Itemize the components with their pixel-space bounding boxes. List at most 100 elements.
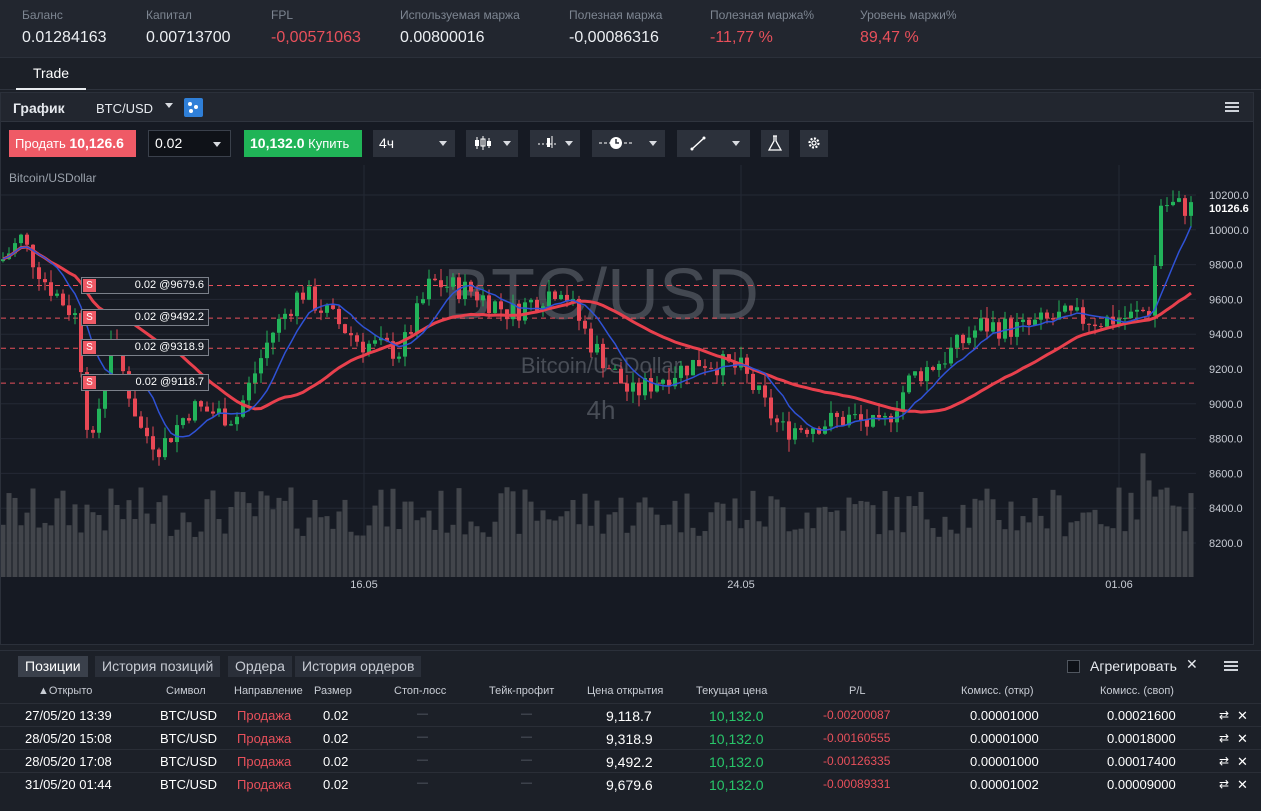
- order-label[interactable]: S 0.02 @9492.2: [81, 309, 209, 327]
- col-pl[interactable]: P/L: [849, 685, 866, 697]
- volume-bar: [384, 526, 390, 577]
- col-symbol[interactable]: Символ: [166, 685, 206, 697]
- candle-body: [409, 332, 413, 334]
- compare-icon[interactable]: [184, 98, 203, 117]
- indicators-select[interactable]: [530, 130, 580, 157]
- col-open-price[interactable]: Цена открытия: [587, 685, 663, 697]
- position-row[interactable]: 27/05/20 13:39 BTC/USD Продажа 0.02 — — 9,118.…: [0, 703, 1261, 725]
- position-row[interactable]: 31/05/20 01:44 BTC/USD Продажа 0.02 — — 9,679.…: [0, 772, 1261, 794]
- sell-button[interactable]: Продать 10,126.6: [9, 130, 136, 157]
- col-opened[interactable]: ▲Открыто: [38, 685, 92, 697]
- volume-bar: [954, 533, 960, 577]
- close-position-icon[interactable]: ✕: [1237, 731, 1248, 747]
- volume-bar: [204, 499, 210, 577]
- candle-body: [1015, 322, 1019, 337]
- cell-size: 0.02: [323, 731, 349, 746]
- positions-menu-icon[interactable]: [1224, 661, 1238, 671]
- order-label[interactable]: S 0.02 @9318.9: [81, 339, 209, 357]
- buy-button[interactable]: 10,132.0 Купить: [244, 130, 362, 157]
- y-tick-label: 8400.0: [1209, 503, 1243, 515]
- volume-bar: [522, 489, 528, 577]
- close-position-icon[interactable]: ✕: [1237, 777, 1248, 793]
- col-comm-open[interactable]: Комисс. (откр): [961, 685, 1034, 697]
- close-icon[interactable]: ✕: [1186, 656, 1198, 673]
- position-row[interactable]: 28/05/20 17:08 BTC/USD Продажа 0.02 — — 9,492.…: [0, 749, 1261, 771]
- volume-bar: [528, 501, 534, 577]
- col-take-profit[interactable]: Тейк-профит: [489, 685, 554, 697]
- volume-bar: [330, 528, 336, 577]
- candle-body: [211, 411, 215, 414]
- drawing-tools-select[interactable]: [677, 130, 750, 157]
- tab-positions[interactable]: Позиции: [18, 656, 88, 677]
- chart-title: График: [13, 100, 65, 116]
- candle-body: [931, 367, 935, 370]
- volume-bar: [240, 492, 246, 577]
- candle-body: [481, 295, 485, 301]
- edit-position-icon[interactable]: ⇄: [1219, 754, 1229, 768]
- metric-free-margin: Полезная маржа -0,00086316: [569, 8, 662, 47]
- symbol-selector[interactable]: BTC/USD: [96, 101, 153, 116]
- candle-body: [259, 358, 263, 374]
- chart-type-select[interactable]: [466, 130, 518, 157]
- metric-label: Полезная маржа%: [710, 8, 815, 22]
- candle-body: [919, 371, 923, 382]
- tab-trade[interactable]: Trade: [16, 58, 86, 90]
- volume-bar: [1014, 530, 1020, 577]
- edit-position-icon[interactable]: ⇄: [1219, 731, 1229, 745]
- chart-settings-button[interactable]: [800, 130, 828, 157]
- candle-body: [877, 414, 881, 418]
- candle-body: [139, 416, 143, 428]
- candle-body: [751, 373, 755, 390]
- volume-bar: [978, 500, 984, 577]
- tab-orders[interactable]: Ордера: [228, 656, 292, 677]
- metric-value: 0.00713700: [146, 29, 231, 46]
- crosshair-select[interactable]: [592, 130, 665, 157]
- volume-bar: [642, 497, 648, 577]
- col-size[interactable]: Размер: [314, 685, 352, 697]
- col-comm-swap[interactable]: Комисс. (своп): [1100, 685, 1174, 697]
- candle-body: [1069, 305, 1073, 311]
- volume-bar: [1008, 501, 1014, 577]
- aggregate-checkbox[interactable]: [1067, 660, 1080, 673]
- chevron-down-icon[interactable]: [165, 103, 173, 108]
- studies-button[interactable]: [761, 130, 789, 157]
- metric-value: 89,47 %: [860, 29, 919, 46]
- order-label[interactable]: S 0.02 @9679.6: [81, 276, 209, 294]
- timeframe-select[interactable]: 4ч: [373, 130, 455, 157]
- candle-body: [397, 356, 401, 359]
- candle-body: [1165, 205, 1169, 207]
- col-direction[interactable]: Направление: [234, 685, 303, 697]
- volume-bar: [714, 502, 720, 577]
- volume-bar: [216, 519, 222, 577]
- candle-body: [763, 385, 767, 398]
- candle-body: [925, 367, 929, 382]
- order-label[interactable]: S 0.02 @9118.7: [81, 374, 209, 392]
- volume-bar: [444, 532, 450, 577]
- candles-icon: [475, 136, 491, 150]
- volume-bar: [402, 501, 408, 577]
- candle-body: [349, 333, 353, 336]
- col-current-price[interactable]: Текущая цена: [696, 685, 767, 697]
- close-position-icon[interactable]: ✕: [1237, 708, 1248, 724]
- cell-stop-loss: —: [417, 754, 428, 766]
- tab-order-history[interactable]: История ордеров: [295, 656, 422, 677]
- position-row[interactable]: 28/05/20 15:08 BTC/USD Продажа 0.02 — — 9,318.…: [0, 726, 1261, 748]
- edit-position-icon[interactable]: ⇄: [1219, 708, 1229, 722]
- cell-stop-loss: —: [417, 731, 428, 743]
- candle-body: [865, 419, 869, 427]
- y-tick-label: 9400.0: [1209, 329, 1243, 341]
- candle-body: [619, 368, 623, 384]
- col-stop-loss[interactable]: Стоп-лосс: [394, 685, 446, 697]
- y-tick-label: 9000.0: [1209, 399, 1243, 411]
- candle-body: [1033, 319, 1037, 325]
- candle-body: [997, 322, 1001, 339]
- cell-comm-swap: 0.00021600: [1107, 708, 1176, 723]
- volume-bar: [1116, 487, 1122, 577]
- candle-body: [841, 416, 845, 426]
- tab-position-history[interactable]: История позиций: [95, 656, 221, 677]
- cell-take-profit: —: [521, 777, 532, 789]
- edit-position-icon[interactable]: ⇄: [1219, 777, 1229, 791]
- chart-menu-icon[interactable]: [1225, 102, 1239, 112]
- close-position-icon[interactable]: ✕: [1237, 754, 1248, 770]
- quantity-select[interactable]: 0.02: [148, 130, 231, 157]
